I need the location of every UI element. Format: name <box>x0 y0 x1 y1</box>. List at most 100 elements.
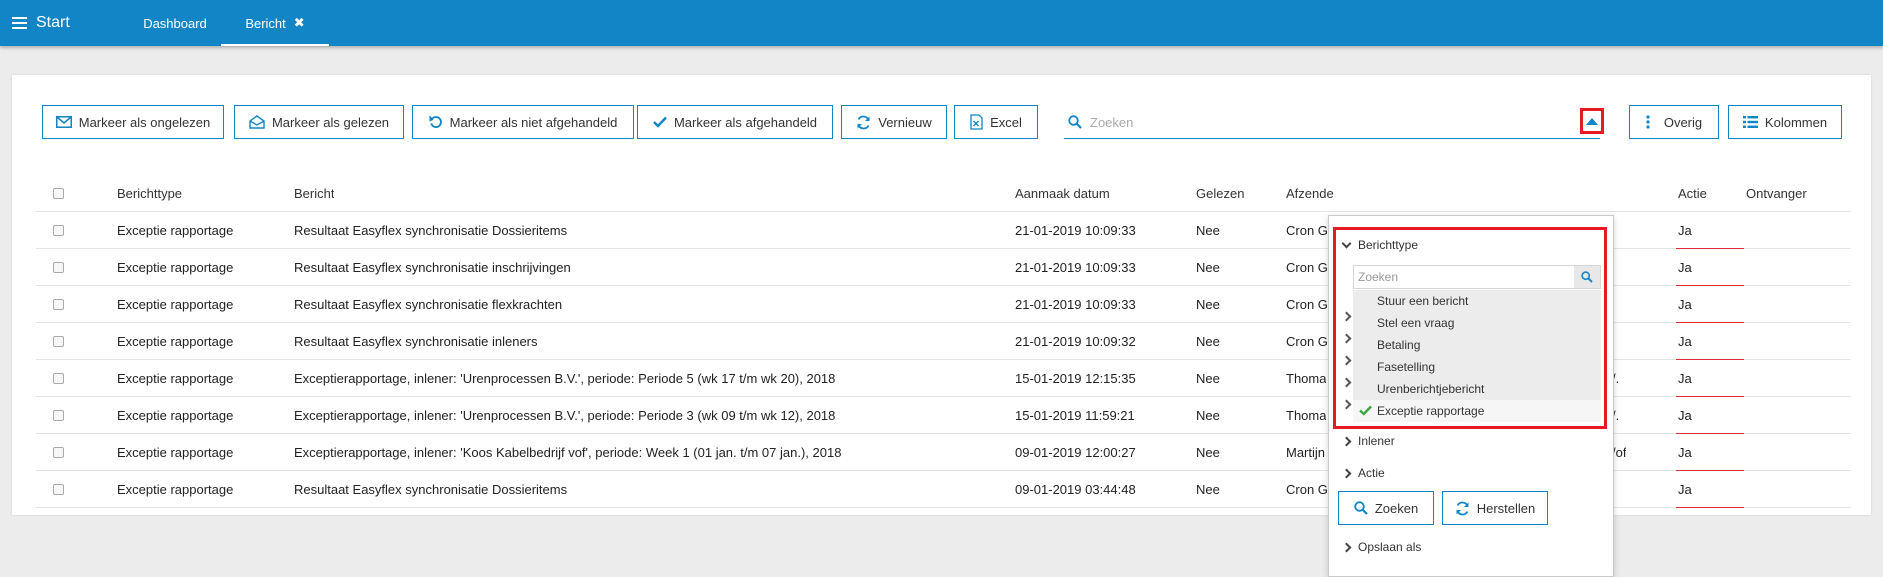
row-checkbox[interactable] <box>53 484 64 495</box>
envelope-icon <box>55 116 72 128</box>
filter-actie-toggle[interactable]: Actie <box>1341 463 1385 483</box>
cell-bericht: Resultaat Easyflex synchronisatie Dossie… <box>294 482 568 497</box>
cell-aanmaak-datum: 21-01-2019 10:09:33 <box>1015 223 1136 238</box>
cell-berichttype: Exceptie rapportage <box>117 445 234 460</box>
filter-option-label: Fasetelling <box>1377 360 1436 374</box>
cell-actie: Ja <box>1678 297 1692 312</box>
row-checkbox[interactable] <box>53 299 64 310</box>
filter-herstellen-button[interactable]: Herstellen <box>1442 491 1548 525</box>
cell-bericht: Resultaat Easyflex synchronisatie flexkr… <box>294 297 563 312</box>
tab-dashboard[interactable]: Dashboard <box>120 0 230 46</box>
header-ontvanger[interactable]: Ontvanger <box>1746 175 1807 212</box>
mark-not-handled-button[interactable]: Markeer als niet afgehandeld <box>412 105 634 139</box>
table-header-row: Berichttype Bericht Aanmaak datum Geleze… <box>36 175 1851 212</box>
toggle-filter-button[interactable] <box>1580 108 1604 134</box>
cell-afzender: Cron G <box>1286 334 1328 349</box>
mark-read-button[interactable]: Markeer als gelezen <box>234 105 404 139</box>
refresh-label: Vernieuw <box>878 114 932 130</box>
row-checkbox[interactable] <box>53 225 64 236</box>
filter-berichttype-toggle[interactable]: Berichttype <box>1341 235 1418 255</box>
cell-afzender: Thoma <box>1286 371 1327 386</box>
refresh-button[interactable]: Vernieuw <box>841 105 947 139</box>
top-navigation-bar: Start Dashboard Bericht ✖ <box>0 0 1883 46</box>
cell-aanmaak-datum: 21-01-2019 10:09:32 <box>1015 334 1136 349</box>
filter-opslaan-toggle[interactable]: Opslaan als <box>1341 537 1421 557</box>
cell-aanmaak-datum: 15-01-2019 12:15:35 <box>1015 371 1136 386</box>
filter-dropdown: Berichttype Stuur een bericht Stel een v… <box>1328 215 1614 577</box>
filter-zoeken-label: Zoeken <box>1374 500 1419 516</box>
cell-actie: Ja <box>1678 260 1692 275</box>
cell-afzender-overflow: /of <box>1612 445 1627 460</box>
filter-zoeken-button[interactable]: Zoeken <box>1338 491 1434 525</box>
search-input[interactable] <box>1088 112 1548 132</box>
header-actie[interactable]: Actie <box>1678 175 1707 212</box>
cell-aanmaak-datum: 09-01-2019 12:00:27 <box>1015 445 1136 460</box>
overig-label: Overig <box>1663 114 1703 130</box>
cell-gelezen: Nee <box>1196 445 1220 460</box>
row-checkbox[interactable] <box>53 410 64 421</box>
filter-search-button[interactable] <box>1574 266 1600 288</box>
cell-actie: Ja <box>1678 223 1692 238</box>
mark-read-label: Markeer als gelezen <box>271 114 390 130</box>
cell-berichttype: Exceptie rapportage <box>117 223 234 238</box>
actie-underline <box>1676 507 1744 508</box>
cell-afzender: Cron G <box>1286 223 1328 238</box>
filter-option[interactable]: Betaling <box>1353 334 1601 356</box>
mark-handled-button[interactable]: Markeer als afgehandeld <box>637 105 833 139</box>
cell-gelezen: Nee <box>1196 223 1220 238</box>
kolommen-button[interactable]: Kolommen <box>1728 105 1842 139</box>
mark-unread-button[interactable]: Markeer als ongelezen <box>42 105 224 139</box>
filter-inlener-toggle[interactable]: Inlener <box>1341 431 1395 451</box>
filter-option-selected[interactable]: Exceptie rapportage <box>1353 400 1601 422</box>
row-checkbox[interactable] <box>53 336 64 347</box>
search-icon <box>1068 115 1082 129</box>
cell-berichttype: Exceptie rapportage <box>117 260 234 275</box>
tab-bericht[interactable]: Bericht ✖ <box>221 0 329 46</box>
select-all-checkbox[interactable] <box>53 188 64 199</box>
cell-actie: Ja <box>1678 408 1692 423</box>
tab-dashboard-label: Dashboard <box>143 15 207 31</box>
filter-option-label: Stel een vraag <box>1377 316 1455 330</box>
excel-button[interactable]: Excel <box>954 105 1038 139</box>
chevron-right-icon <box>1341 436 1352 446</box>
header-aanmaak-datum[interactable]: Aanmaak datum <box>1015 175 1110 212</box>
overig-button[interactable]: Overig <box>1629 105 1719 139</box>
filter-herstellen-label: Herstellen <box>1476 500 1536 516</box>
refresh-icon <box>1456 501 1469 515</box>
excel-file-icon <box>970 114 983 130</box>
header-berichttype[interactable]: Berichttype <box>117 175 182 212</box>
header-gelezen[interactable]: Gelezen <box>1196 175 1244 212</box>
filter-option[interactable]: Urenberichtjebericht <box>1353 378 1601 400</box>
cell-afzender: Cron G <box>1286 297 1328 312</box>
filter-option-label: Exceptie rapportage <box>1377 404 1485 418</box>
start-menu-button[interactable]: Start <box>12 0 70 46</box>
row-checkbox[interactable] <box>53 447 64 458</box>
filter-search-input[interactable] <box>1356 268 1566 286</box>
cell-aanmaak-datum: 21-01-2019 10:09:33 <box>1015 297 1136 312</box>
cell-aanmaak-datum: 09-01-2019 03:44:48 <box>1015 482 1136 497</box>
filter-search-box <box>1353 265 1601 289</box>
cell-afzender: Thoma <box>1286 408 1327 423</box>
filter-option[interactable]: Stuur een bericht <box>1353 290 1601 312</box>
filter-option[interactable]: Fasetelling <box>1353 356 1601 378</box>
header-bericht[interactable]: Bericht <box>294 175 334 212</box>
filter-option[interactable]: Stel een vraag <box>1353 312 1601 334</box>
close-icon[interactable]: ✖ <box>294 15 305 31</box>
mark-handled-label: Markeer als afgehandeld <box>673 114 818 130</box>
row-checkbox[interactable] <box>53 262 64 273</box>
header-afzender[interactable]: Afzender <box>1286 175 1334 212</box>
envelope-open-icon <box>249 115 265 129</box>
mark-not-handled-label: Markeer als niet afgehandeld <box>449 114 618 130</box>
cell-gelezen: Nee <box>1196 482 1220 497</box>
cell-gelezen: Nee <box>1196 334 1220 349</box>
undo-icon <box>428 115 442 128</box>
cell-aanmaak-datum: 21-01-2019 10:09:33 <box>1015 260 1136 275</box>
row-checkbox[interactable] <box>53 373 64 384</box>
filter-inlener-label: Inlener <box>1358 434 1395 448</box>
list-icon <box>1742 116 1758 128</box>
cell-actie: Ja <box>1678 482 1692 497</box>
search-bar <box>1064 105 1600 139</box>
cell-gelezen: Nee <box>1196 297 1220 312</box>
tab-bericht-label: Bericht <box>245 15 286 31</box>
cell-bericht: Exceptierapportage, inlener: 'Urenproces… <box>294 408 836 423</box>
